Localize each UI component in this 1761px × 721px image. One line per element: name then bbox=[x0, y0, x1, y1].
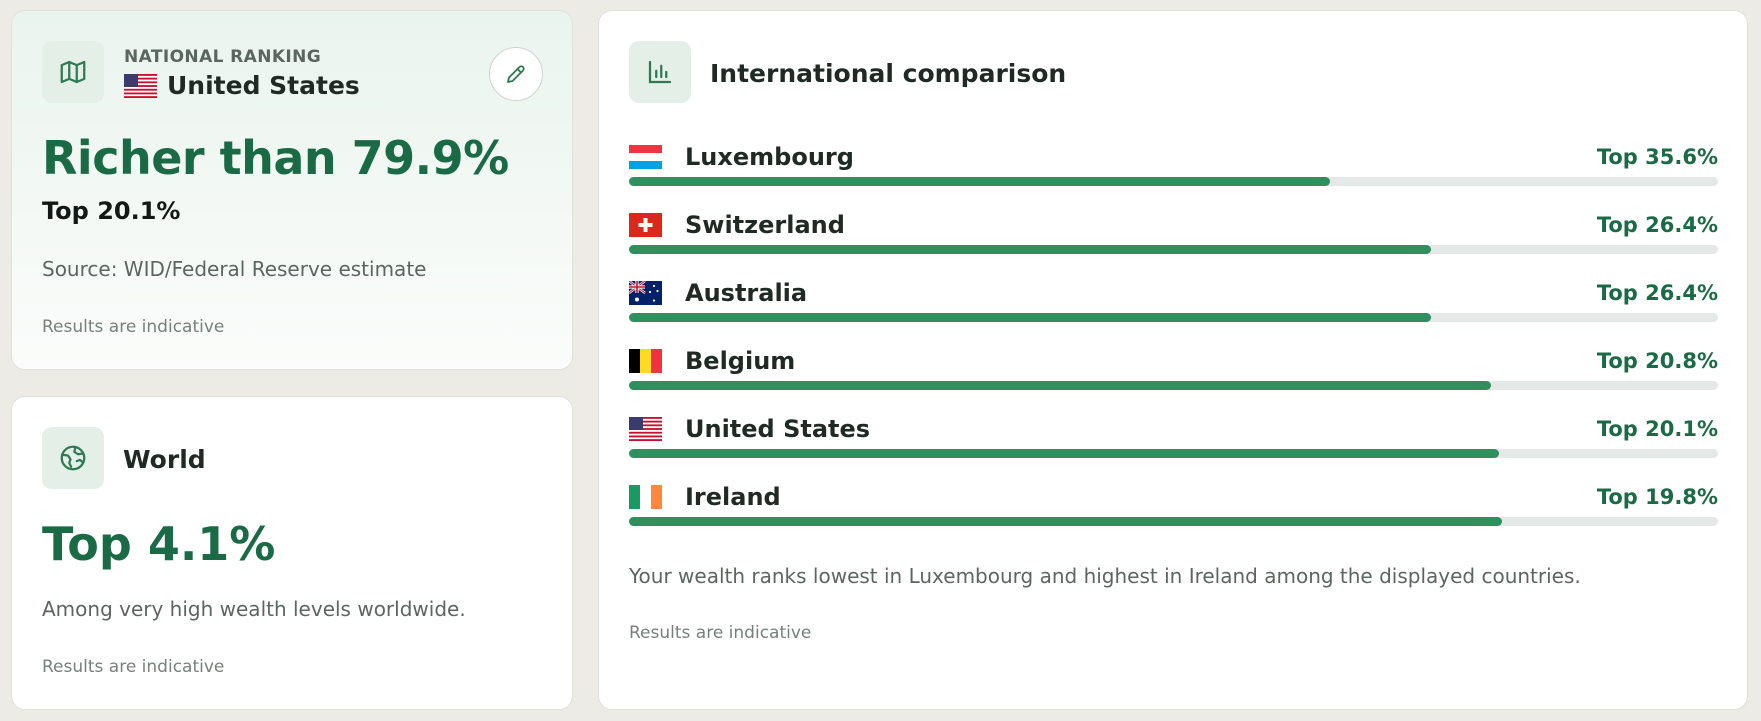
country-comparison-list: Luxembourg Top 35.6% Switzerland Top 26.… bbox=[629, 133, 1718, 541]
edit-country-button[interactable] bbox=[489, 47, 543, 101]
national-country-name: United States bbox=[167, 71, 360, 100]
pencil-icon bbox=[507, 65, 525, 83]
country-name: Ireland bbox=[685, 483, 781, 511]
progress-track bbox=[629, 245, 1718, 254]
progress-track bbox=[629, 449, 1718, 458]
country-row-ireland: Ireland Top 19.8% bbox=[629, 473, 1718, 541]
flag-au-icon bbox=[629, 281, 662, 305]
progress-fill bbox=[629, 449, 1500, 458]
flag-ie-icon bbox=[629, 485, 662, 509]
national-ranking-card: NATIONAL RANKING United States Richer th… bbox=[11, 10, 573, 370]
country-row-belgium: Belgium Top 20.8% bbox=[629, 337, 1718, 405]
national-top-percent: Top 20.1% bbox=[42, 197, 181, 225]
country-value: Top 35.6% bbox=[1596, 145, 1718, 169]
national-disclaimer: Results are indicative bbox=[42, 317, 225, 337]
flag-be-icon bbox=[629, 349, 662, 373]
progress-track bbox=[629, 177, 1718, 186]
country-row-australia: Australia Top 26.4% bbox=[629, 269, 1718, 337]
international-summary: Your wealth ranks lowest in Luxembourg a… bbox=[629, 564, 1581, 588]
country-value: Top 26.4% bbox=[1596, 281, 1718, 305]
country-row-switzerland: Switzerland Top 26.4% bbox=[629, 201, 1718, 269]
country-value: Top 26.4% bbox=[1596, 213, 1718, 237]
national-source: Source: WID/Federal Reserve estimate bbox=[42, 257, 427, 281]
progress-fill bbox=[629, 245, 1431, 254]
flag-lu-icon bbox=[629, 145, 662, 169]
national-ranking-label: NATIONAL RANKING bbox=[124, 47, 322, 67]
country-name: United States bbox=[685, 415, 871, 443]
world-description: Among very high wealth levels worldwide. bbox=[42, 597, 466, 621]
international-comparison-card: International comparison Luxembourg Top … bbox=[598, 10, 1748, 710]
national-country: United States bbox=[124, 71, 360, 100]
bar-chart-icon bbox=[629, 41, 691, 103]
progress-fill bbox=[629, 517, 1503, 526]
country-name: Australia bbox=[685, 279, 808, 307]
international-disclaimer: Results are indicative bbox=[629, 623, 812, 643]
international-title: International comparison bbox=[710, 59, 1067, 88]
progress-fill bbox=[629, 177, 1331, 186]
flag-ch-icon bbox=[629, 213, 662, 237]
country-row-luxembourg: Luxembourg Top 35.6% bbox=[629, 133, 1718, 201]
progress-track bbox=[629, 517, 1718, 526]
map-icon bbox=[42, 41, 104, 103]
world-disclaimer: Results are indicative bbox=[42, 657, 225, 677]
country-name: Luxembourg bbox=[685, 143, 854, 171]
flag-us-icon bbox=[124, 73, 157, 98]
world-top-percent: Top 4.1% bbox=[42, 517, 276, 571]
country-value: Top 20.1% bbox=[1596, 417, 1718, 441]
progress-track bbox=[629, 313, 1718, 322]
progress-fill bbox=[629, 313, 1431, 322]
flag-us-icon bbox=[629, 417, 662, 441]
national-headline: Richer than 79.9% bbox=[42, 131, 509, 185]
progress-fill bbox=[629, 381, 1492, 390]
progress-track bbox=[629, 381, 1718, 390]
country-row-united-states: United States Top 20.1% bbox=[629, 405, 1718, 473]
world-card: World Top 4.1% Among very high wealth le… bbox=[11, 396, 573, 710]
world-title: World bbox=[123, 445, 206, 474]
country-name: Belgium bbox=[685, 347, 796, 375]
country-value: Top 19.8% bbox=[1596, 485, 1718, 509]
globe-icon bbox=[42, 427, 104, 489]
country-value: Top 20.8% bbox=[1596, 349, 1718, 373]
country-name: Switzerland bbox=[685, 211, 845, 239]
